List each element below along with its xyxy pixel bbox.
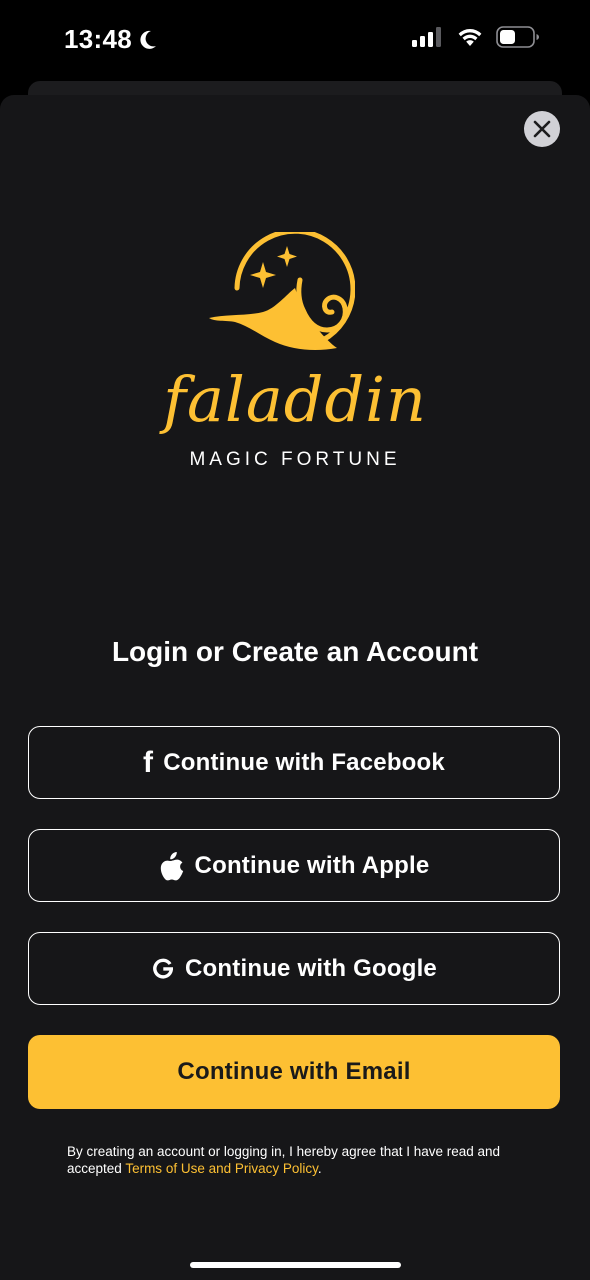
wifi-icon	[458, 29, 482, 46]
continue-with-facebook-button[interactable]: f Continue with Facebook	[28, 726, 560, 799]
google-button-label: Continue with Google	[185, 954, 437, 982]
apple-icon	[160, 851, 183, 880]
status-time: 13:48	[64, 24, 158, 55]
continue-with-email-button[interactable]: Continue with Email	[28, 1035, 560, 1109]
facebook-icon: f	[143, 745, 154, 779]
brand-tagline: MAGIC FORTUNE	[189, 449, 401, 470]
terms-privacy-link[interactable]: Terms of Use and Privacy Policy	[125, 1161, 318, 1176]
google-icon	[153, 958, 174, 979]
continue-with-apple-button[interactable]: Continue with Apple	[28, 829, 560, 902]
home-indicator[interactable]	[190, 1262, 401, 1268]
email-button-label: Continue with Email	[177, 1058, 411, 1085]
status-indicators	[412, 26, 540, 48]
battery-icon	[496, 26, 539, 48]
magic-lamp-logo	[209, 232, 355, 350]
page-title: Login or Create an Account	[111, 636, 479, 667]
legal-suffix: .	[317, 1160, 322, 1176]
cellular-signal-icon	[412, 27, 441, 47]
legal-notice: By creating an account or logging in, I …	[67, 1144, 537, 1177]
status-bar: 13:48	[0, 0, 590, 80]
continue-with-google-button[interactable]: Continue with Google	[28, 932, 560, 1005]
brand-wordmark: faladdin	[163, 363, 427, 436]
close-icon	[533, 120, 551, 138]
facebook-button-label: Continue with Facebook	[163, 748, 445, 776]
clock-text: 13:48	[64, 24, 132, 54]
close-button[interactable]	[524, 111, 560, 147]
moon-icon	[140, 30, 156, 49]
apple-button-label: Continue with Apple	[194, 851, 430, 879]
